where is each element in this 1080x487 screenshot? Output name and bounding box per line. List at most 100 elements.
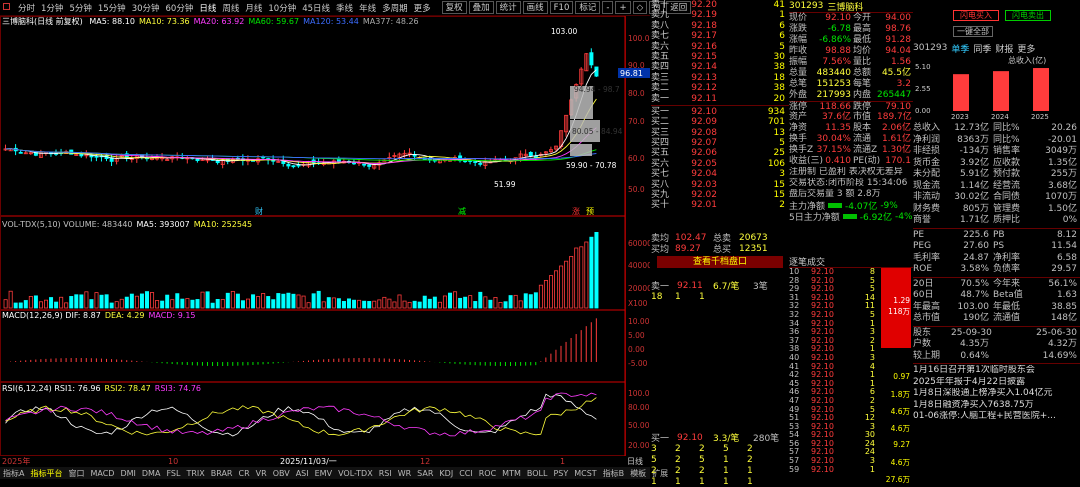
event-tag[interactable]: 预 xyxy=(586,206,594,216)
bid-row[interactable]: 买五 92.06 25 xyxy=(651,148,789,158)
indicator-tab[interactable]: 指标A xyxy=(0,468,27,479)
indicator-tab[interactable]: DMI xyxy=(117,469,138,478)
fin-tab[interactable]: 财报 xyxy=(995,42,1013,55)
view-depth-button[interactable]: 查看千档盘口 xyxy=(657,256,783,268)
period-tab[interactable]: 15分钟 xyxy=(95,2,129,14)
period-tab[interactable]: 年线 xyxy=(356,2,379,14)
toolbar-button[interactable]: F10 xyxy=(549,1,574,14)
bid-row[interactable]: 买七 92.04 3 xyxy=(651,169,789,179)
rsi-legend: RSI(6,12,24) RSI1: 76.96 RSI2: 78.47 RSI3:… xyxy=(2,384,205,393)
event-tag[interactable]: 涨 xyxy=(572,206,580,216)
indicator-tab[interactable]: 模板 xyxy=(627,468,649,479)
bid-row[interactable]: 买八 92.03 15 xyxy=(651,180,789,190)
ask-row[interactable]: 卖六 92.16 5 xyxy=(651,42,789,52)
toolbar-button[interactable]: ◇ xyxy=(632,1,648,14)
ask-row[interactable]: 卖五 92.15 30 xyxy=(651,52,789,62)
candle-body xyxy=(533,155,538,158)
period-tab[interactable]: 60分钟 xyxy=(163,2,197,14)
indicator-tab[interactable]: 窗口 xyxy=(65,468,87,479)
indicator-tab[interactable]: BOLL xyxy=(524,469,551,478)
ask-row[interactable]: 卖七 92.17 6 xyxy=(651,31,789,41)
news-item[interactable]: 1月16日召开第1次临时股东会 xyxy=(913,365,1080,377)
level-price: 92.18 xyxy=(691,20,717,31)
level-volume: 1 xyxy=(779,10,785,21)
flash-sell-button[interactable]: 闪电卖出 xyxy=(1005,9,1051,21)
period-tab[interactable]: 45日线 xyxy=(299,2,333,14)
indicator-tab[interactable]: DMA xyxy=(139,469,164,478)
close-icon[interactable] xyxy=(0,2,15,13)
indicator-tab[interactable]: SAR xyxy=(414,469,436,478)
kline-chart-area[interactable]: 103.00 51.99 94.94 - 98.7 80.05 - 84.94 59.9… xyxy=(0,16,654,466)
indicator-tab[interactable]: CR xyxy=(236,469,253,478)
indicator-tab[interactable]: KDJ xyxy=(436,469,456,478)
news-item[interactable]: 1月8日深股通上榜净买入1.04亿元 xyxy=(913,388,1080,400)
period-tab[interactable]: 季线 xyxy=(333,2,356,14)
period-tab[interactable]: 更多 xyxy=(411,2,434,14)
bid-row[interactable]: 买十 92.01 2 xyxy=(651,200,789,210)
toolbar-button[interactable]: 画线 xyxy=(522,1,548,14)
bid-row[interactable]: 买九 92.02 15 xyxy=(651,190,789,200)
fin-tab[interactable]: 同季 xyxy=(973,42,991,55)
toolbar-button[interactable]: 叠加 xyxy=(468,1,494,14)
valuation-row: 毛利率 24.87 净利率 6.58 xyxy=(913,253,1080,265)
volume-bar xyxy=(442,295,447,309)
ask-row[interactable]: 卖八 92.18 6 xyxy=(651,21,789,31)
indicator-tab[interactable]: RSI xyxy=(376,469,395,478)
news-item[interactable]: 2025年年报于4月22日披露 xyxy=(913,377,1080,389)
indicator-tab[interactable]: 指标平台 xyxy=(27,468,65,479)
indicator-tab[interactable]: MCST xyxy=(571,469,599,478)
bid-row[interactable]: 买四 92.07 5 xyxy=(651,138,789,148)
period-tab[interactable]: 5分钟 xyxy=(66,2,94,14)
bid-row[interactable]: 买二 92.09 701 xyxy=(651,117,789,127)
period-tab[interactable]: 分时 xyxy=(15,2,38,14)
period-tab[interactable]: 1分钟 xyxy=(38,2,66,14)
ask-row[interactable]: 卖一 92.11 20 xyxy=(651,94,789,104)
indicator-tab[interactable]: VR xyxy=(253,469,270,478)
ask-row[interactable]: 卖九 92.19 1 xyxy=(651,10,789,20)
fin-key: 总市值 xyxy=(913,313,941,323)
news-item[interactable]: 01-06涨停:人脑工程+民营医院+... xyxy=(913,411,1080,423)
indicator-tab[interactable]: EMV xyxy=(312,469,335,478)
indicator-tab[interactable]: TRIX xyxy=(183,469,207,478)
flash-buy-button[interactable]: 闪电买入 xyxy=(953,9,999,21)
period-tab[interactable]: 10分钟 xyxy=(265,2,299,14)
chart-canvas[interactable]: 103.00 51.99 94.94 - 98.7 80.05 - 84.94 59.9… xyxy=(0,16,654,466)
bid-row[interactable]: 买三 92.08 13 xyxy=(651,128,789,138)
toolbar-button[interactable]: 复权 xyxy=(441,1,467,14)
toolbar-button[interactable]: 标记 xyxy=(575,1,601,14)
indicator-tab[interactable]: VOL-TDX xyxy=(335,469,376,478)
news-item[interactable]: 1月8日融资净买入7638.75万 xyxy=(913,400,1080,412)
indicator-tab[interactable]: CCI xyxy=(456,469,476,478)
indicator-tab[interactable]: ASI xyxy=(293,469,312,478)
indicator-tab[interactable]: MACD xyxy=(87,469,117,478)
ask-row[interactable]: 卖二 92.12 38 xyxy=(651,83,789,93)
indicator-tab[interactable]: 指标B xyxy=(600,468,628,479)
indicator-tab[interactable]: MTM xyxy=(499,469,524,478)
indicator-tab[interactable]: FSL xyxy=(163,469,183,478)
indicator-tab[interactable]: BRAR xyxy=(208,469,236,478)
period-tab[interactable]: 30分钟 xyxy=(129,2,163,14)
indicator-tab[interactable]: OBV xyxy=(270,469,293,478)
period-tab[interactable]: 多周期 xyxy=(379,2,411,14)
fin-tab[interactable]: 更多 xyxy=(1017,42,1035,55)
event-tag[interactable]: 减 xyxy=(458,206,466,216)
one-click-button[interactable]: 一键全部 xyxy=(953,26,993,37)
bid-row[interactable]: 买一 92.10 934 xyxy=(651,107,789,117)
indicator-tab[interactable]: WR xyxy=(395,469,414,478)
period-tab[interactable]: 日线 xyxy=(196,2,219,14)
toolbar-button[interactable]: + xyxy=(615,1,631,14)
indicator-tab[interactable]: ROC xyxy=(476,469,499,478)
ask-row[interactable]: 卖十 92.20 41 xyxy=(651,0,789,10)
event-tag[interactable]: 财 xyxy=(255,206,263,216)
period-tab[interactable]: 月线 xyxy=(242,2,265,14)
ask-row[interactable]: 卖三 92.13 18 xyxy=(651,73,789,83)
volume-bar xyxy=(144,291,149,309)
revenue-axis-tick: 0.00 xyxy=(915,107,931,115)
fin-tab[interactable]: 单季 xyxy=(951,42,969,55)
period-tab[interactable]: 周线 xyxy=(219,2,242,14)
ask-row[interactable]: 卖四 92.14 38 xyxy=(651,62,789,72)
indicator-tab[interactable]: PSY xyxy=(550,469,571,478)
toolbar-button[interactable]: 统计 xyxy=(495,1,521,14)
toolbar-button[interactable]: - xyxy=(602,1,614,14)
bid-row[interactable]: 买六 92.05 106 xyxy=(651,159,789,169)
